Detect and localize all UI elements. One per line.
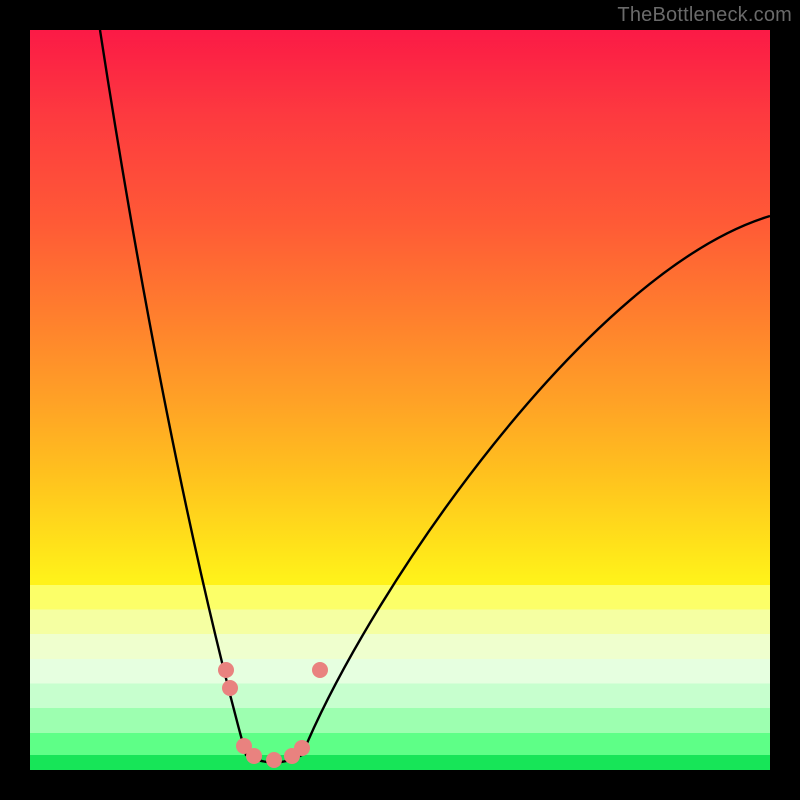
dot bbox=[222, 680, 238, 696]
bottleneck-curve bbox=[30, 30, 770, 770]
dot bbox=[218, 662, 234, 678]
chart-frame bbox=[30, 30, 770, 770]
dot bbox=[266, 752, 282, 768]
dot bbox=[294, 740, 310, 756]
watermark-text: TheBottleneck.com bbox=[617, 4, 792, 27]
curve-path bbox=[100, 30, 770, 763]
dot bbox=[312, 662, 328, 678]
dot bbox=[246, 748, 262, 764]
